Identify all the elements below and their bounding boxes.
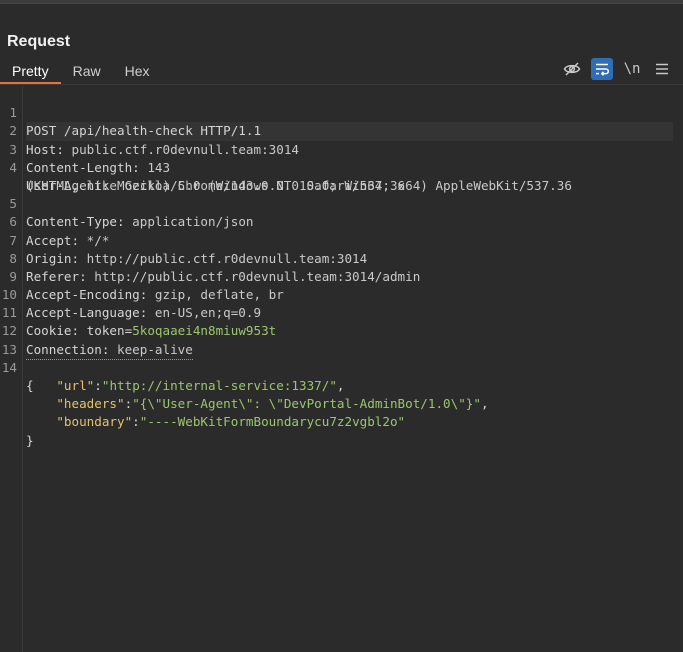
code-line: 5 Content-Type: application/json [0, 177, 683, 229]
json-close-brace: } [26, 432, 34, 448]
tab-pretty[interactable]: Pretty [0, 60, 61, 84]
code-line: 10 Accept-Language: en-US,en;q=0.9 [1, 287, 262, 321]
code-line: 1 POST /api/health-check HTTP/1.1 [0, 86, 683, 141]
code-line-wrapped: } [0, 413, 683, 448]
request-editor[interactable]: 1 POST /api/health-check HTTP/1.1 2 Host… [0, 86, 683, 652]
code-line: 2 Host: public.ctf.r0devnull.team:3014 [0, 104, 683, 156]
code-line: 4 User-Agent: Mozilla/5.0 (Windows NT 10… [0, 141, 683, 193]
view-tabs: Pretty Raw Hex [0, 60, 162, 84]
code-line: 6 Accept: */* [0, 195, 683, 247]
newline-toggle[interactable]: \n [621, 58, 643, 80]
json-field: "headers":"{\"User-Agent\": \"DevPortal-… [56, 396, 489, 412]
code-line: 12 Connection: keep-alive [0, 304, 683, 360]
code-line: 8 Referer: http://public.ctf.r0devnull.t… [0, 232, 683, 284]
code-line-wrapped: (KHTML, like Gecko) Chrome/143.0.0.0 Saf… [0, 159, 683, 193]
json-field: "url":"http://internal-service:1337/", [56, 378, 345, 394]
tab-hex[interactable]: Hex [113, 60, 162, 84]
panel-title: Request [7, 33, 71, 50]
json-field: "boundary":"----WebKitFormBoundarycu7z2v… [56, 414, 406, 430]
code-line: 14 { [0, 341, 683, 393]
window-top-border [0, 0, 683, 4]
code-line: 9 Accept-Encoding: gzip, deflate, br [0, 250, 683, 302]
editor-toolbar: \n [561, 58, 673, 80]
code-line: 7 Origin: http://public.ctf.r0devnull.te… [0, 213, 683, 266]
code-line: 11 Cookie: token=5koqaaei4n8miuw953t [1, 305, 277, 339]
code-line: 3 Content-Length: 143 [0, 122, 683, 175]
tabs-divider [0, 84, 683, 85]
wrap-lines-icon[interactable] [591, 58, 613, 80]
hamburger-icon[interactable] [651, 58, 673, 80]
eye-slash-icon[interactable] [561, 58, 583, 80]
code-line: 13 [0, 322, 683, 357]
tab-raw[interactable]: Raw [61, 60, 113, 84]
